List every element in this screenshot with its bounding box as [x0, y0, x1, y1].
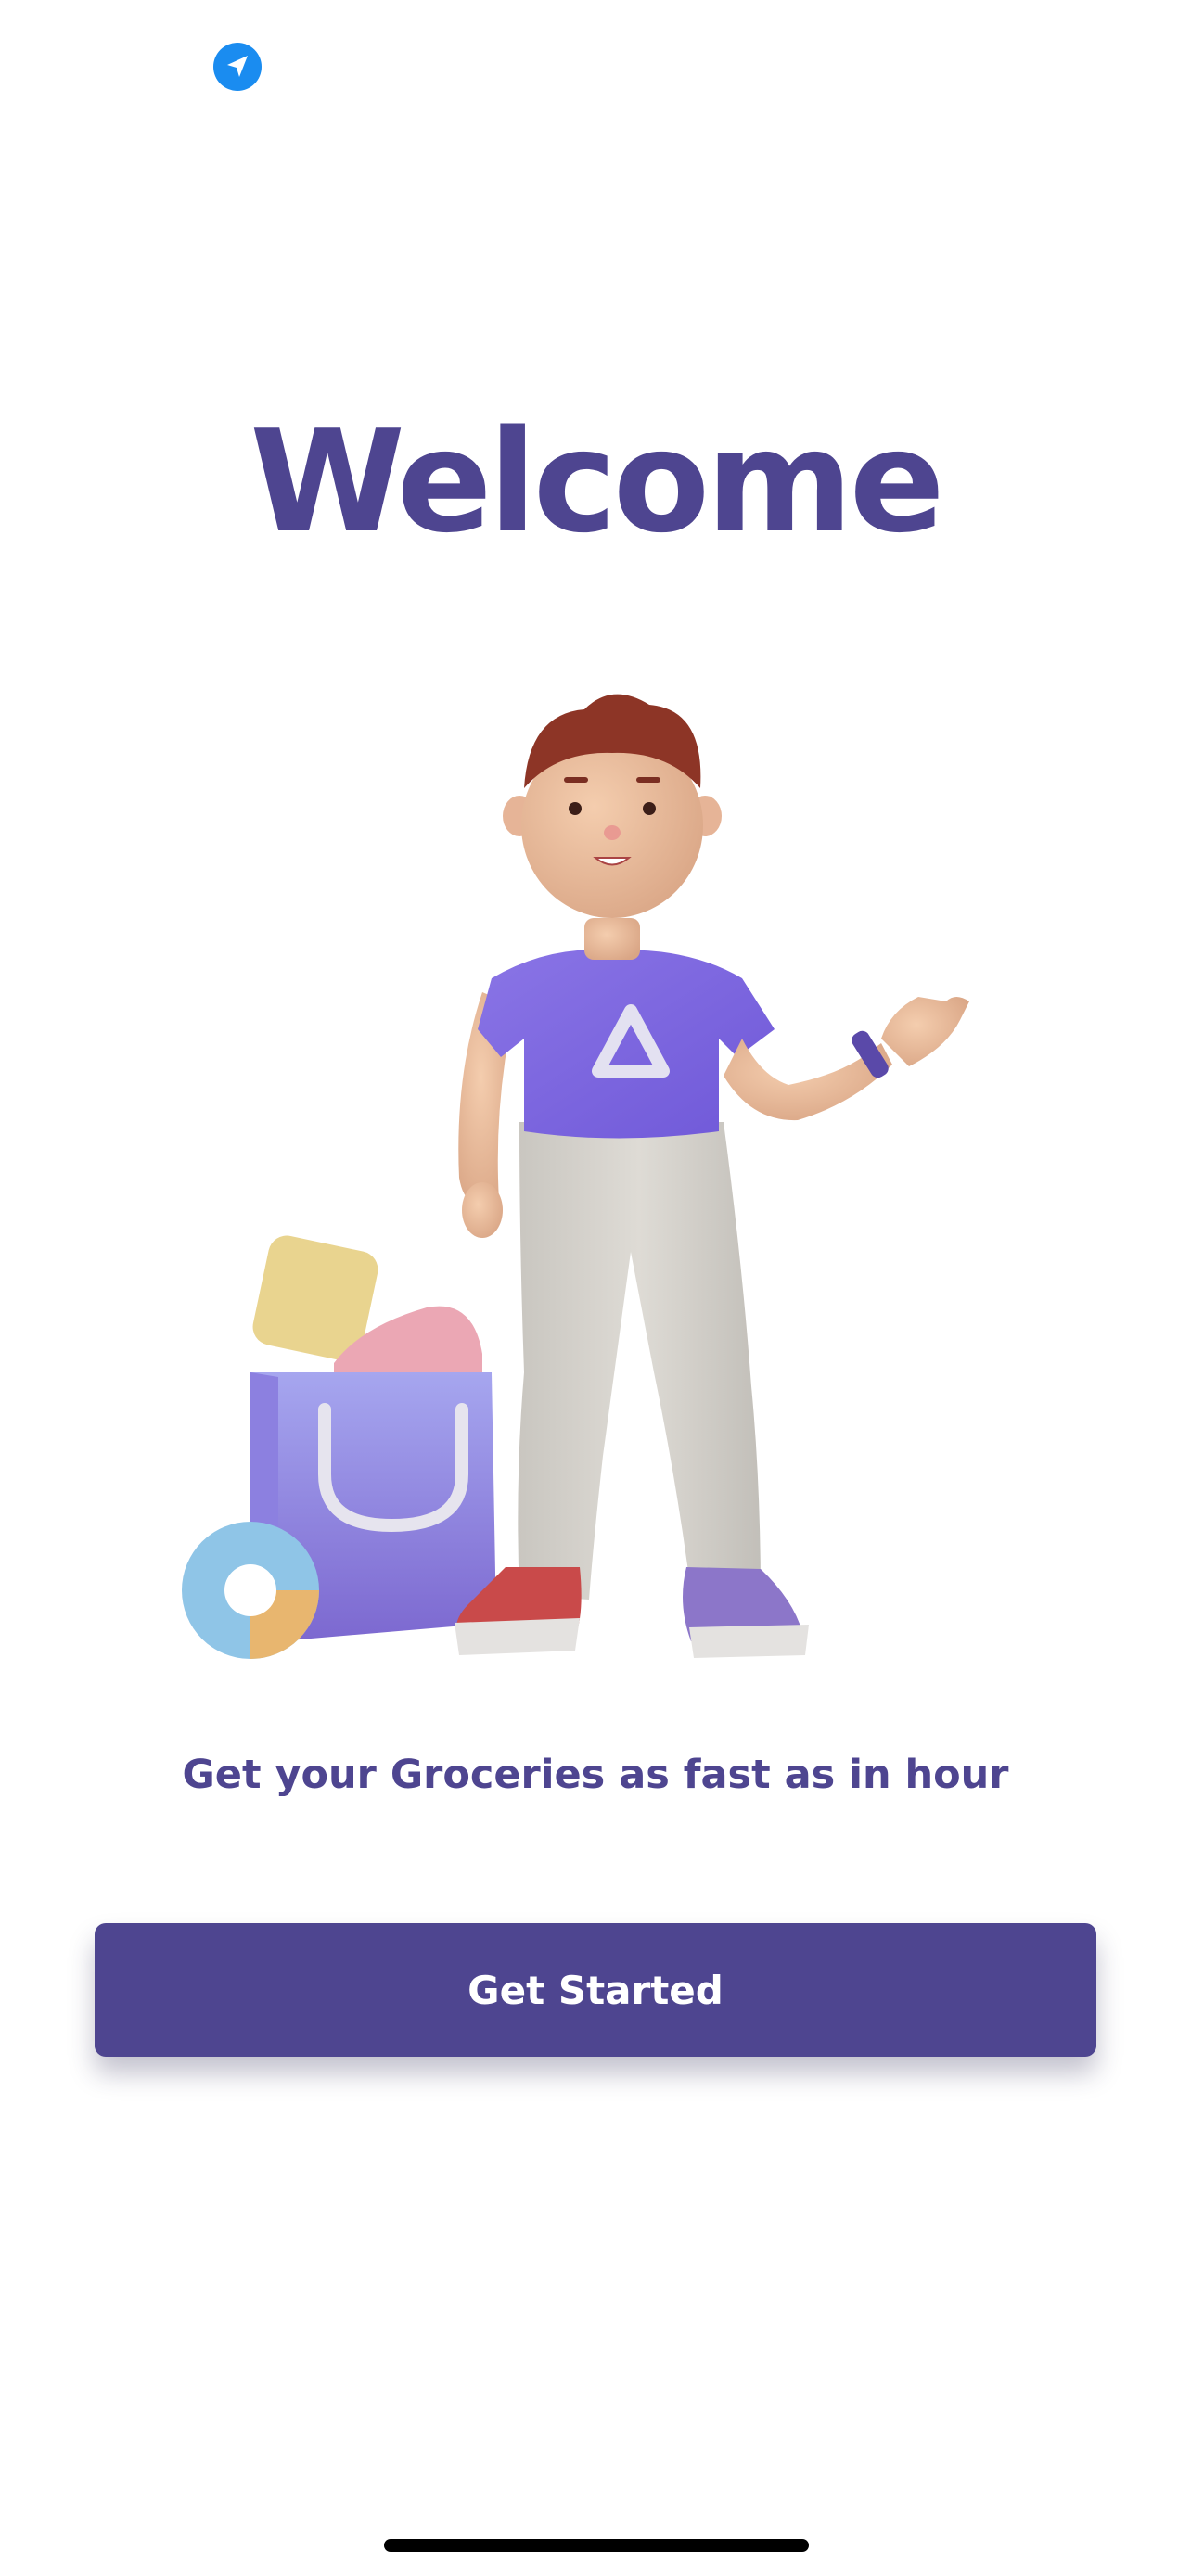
get-started-label: Get Started — [467, 1967, 724, 2013]
waving-hand — [881, 997, 969, 1066]
page-title: Welcome — [250, 400, 944, 564]
tagline-text: Get your Groceries as fast as in hour — [182, 1752, 1009, 1798]
shopper-character-illustration — [182, 694, 969, 1659]
neck — [584, 918, 640, 960]
purple-shoe — [683, 1567, 809, 1658]
donut-shape — [182, 1522, 319, 1659]
left-hand — [462, 1182, 503, 1238]
character-head — [503, 694, 722, 918]
pants — [518, 1122, 761, 1600]
location-arrow-icon — [213, 43, 262, 91]
get-started-button[interactable]: Get Started — [95, 1923, 1096, 2057]
shirt — [478, 950, 775, 1139]
home-indicator[interactable] — [384, 2539, 809, 2552]
